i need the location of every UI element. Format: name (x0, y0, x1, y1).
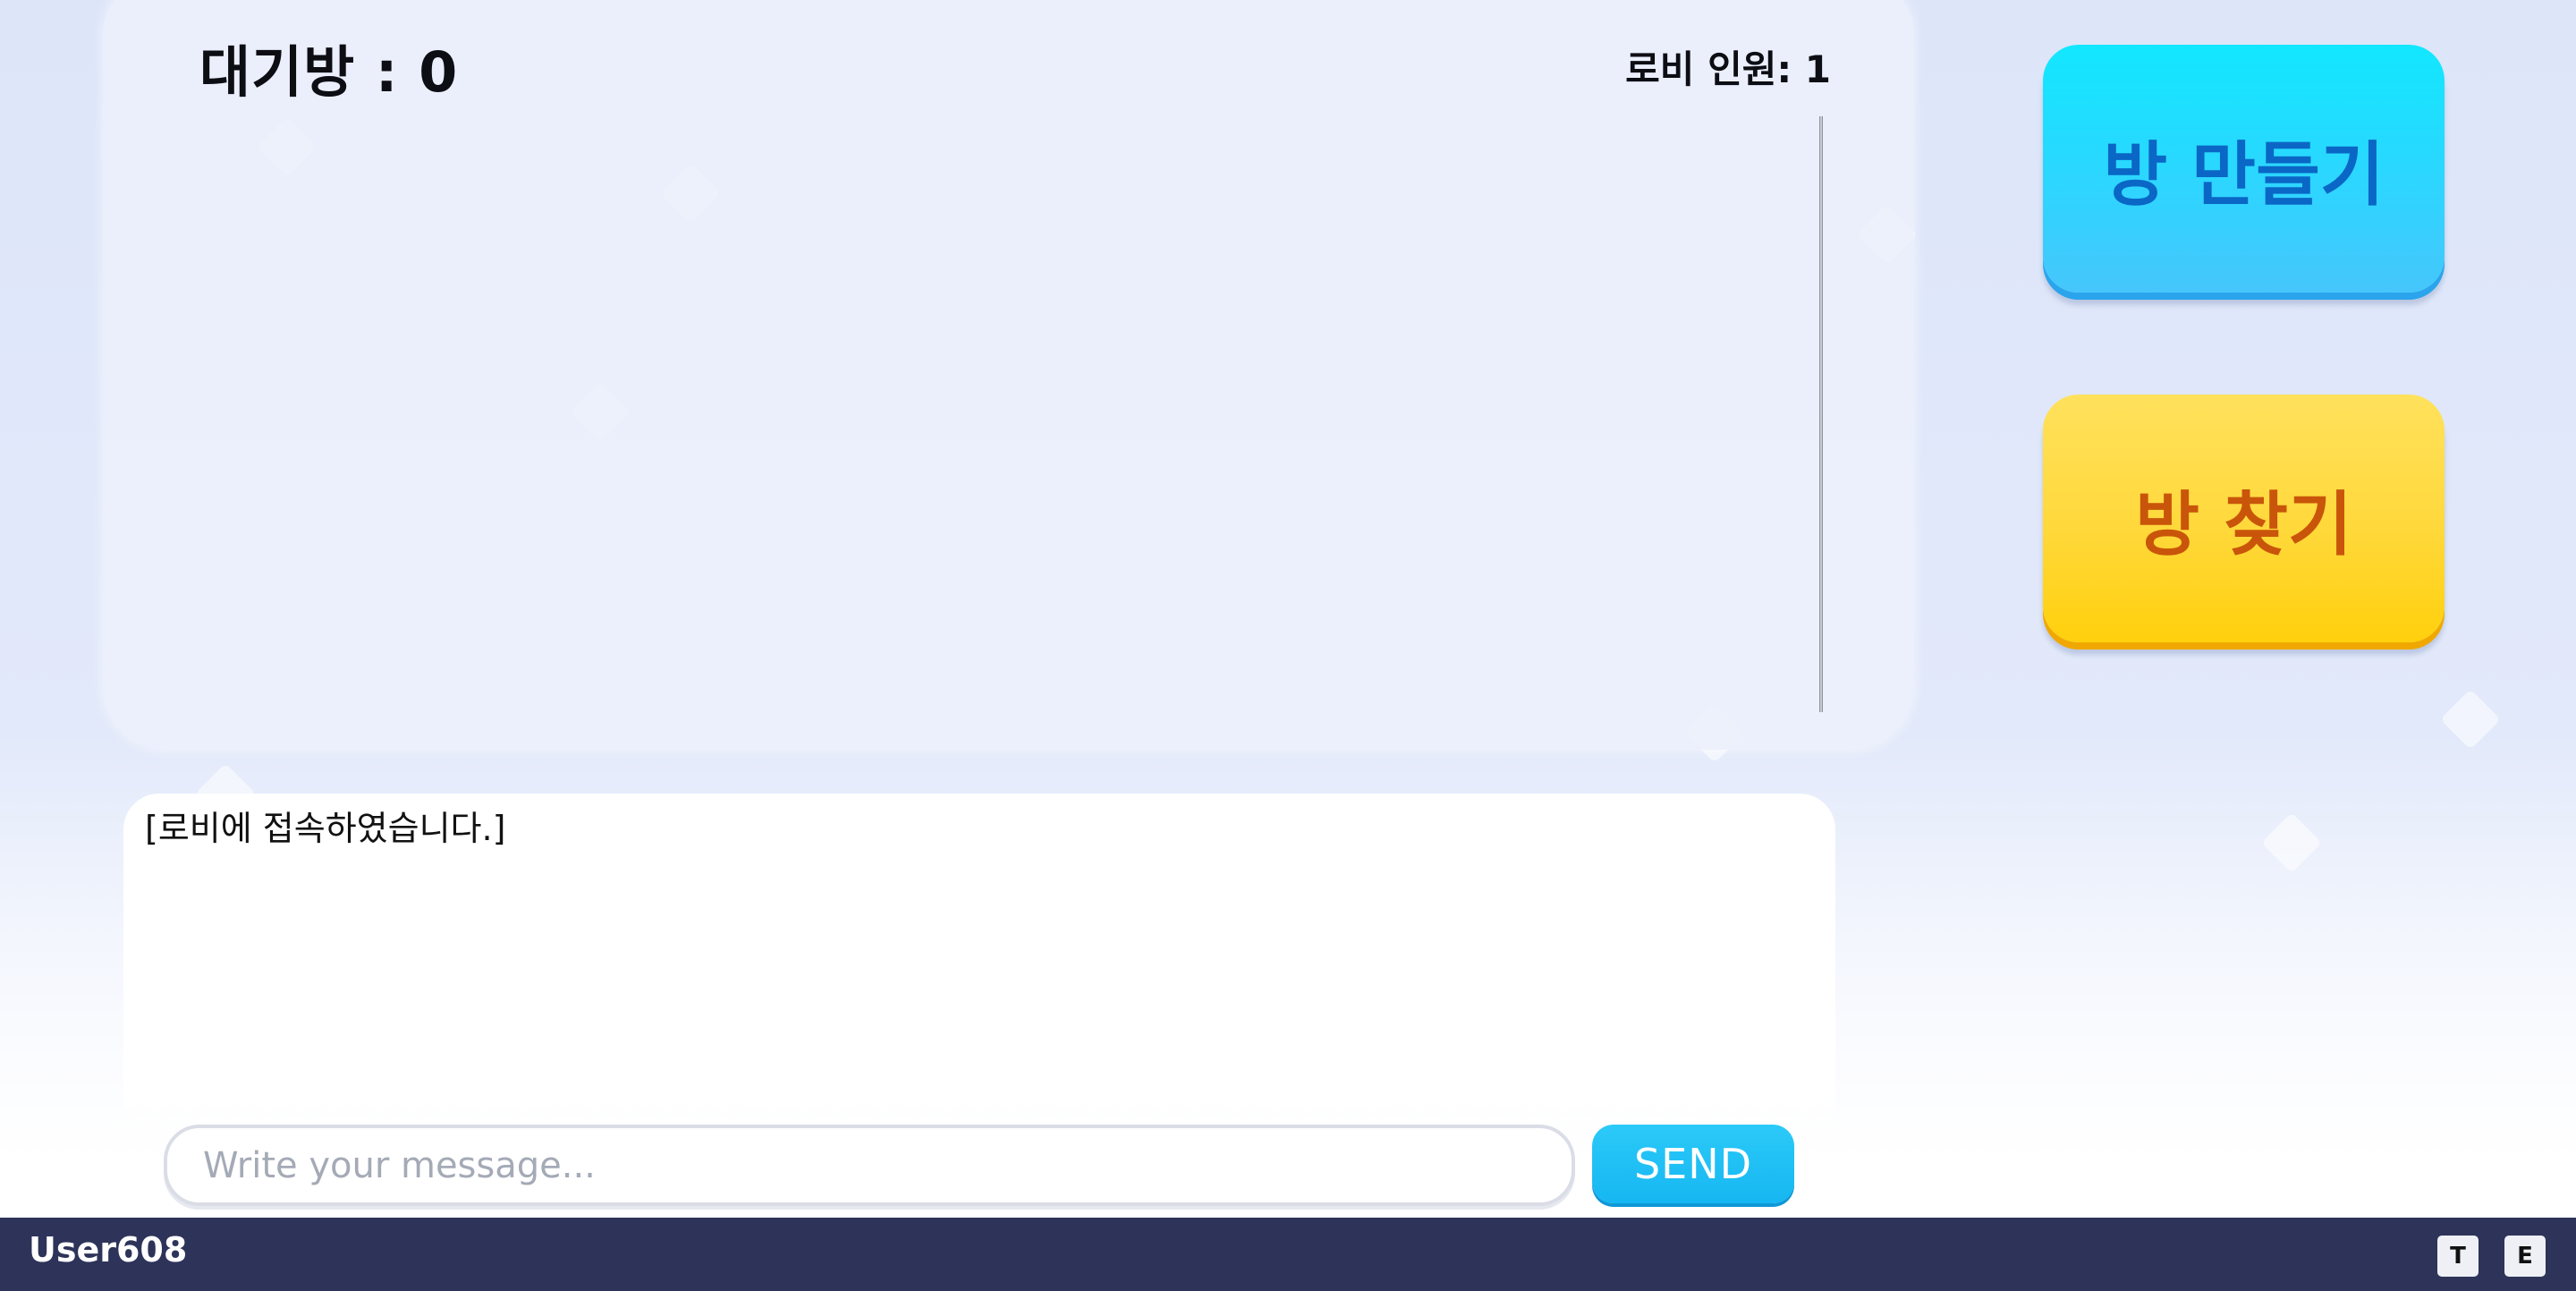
message-input[interactable] (164, 1125, 1575, 1206)
e-shortcut-button[interactable]: E (2504, 1236, 2546, 1277)
room-list-panel (103, 0, 1914, 750)
chat-log: [로비에 접속하였습니다.] (123, 794, 1835, 1169)
diamond-sparkle-icon (2440, 689, 2501, 750)
diamond-sparkle-icon (2261, 812, 2322, 873)
username-label: User608 (29, 1230, 188, 1270)
chat-message: [로비에 접속하였습니다.] (145, 809, 506, 848)
t-shortcut-button[interactable]: T (2437, 1236, 2479, 1277)
lobby-user-count: 로비 인원: 1 (1625, 47, 1831, 91)
create-room-button[interactable]: 방 만들기 (2043, 45, 2445, 293)
send-button[interactable]: SEND (1592, 1125, 1794, 1203)
bottom-status-bar: User608 T E (0, 1218, 2576, 1291)
room-list-scrollbar[interactable] (1819, 116, 1823, 712)
room-count-title: 대기방 : 0 (199, 39, 459, 105)
find-room-button[interactable]: 방 찾기 (2043, 395, 2445, 642)
